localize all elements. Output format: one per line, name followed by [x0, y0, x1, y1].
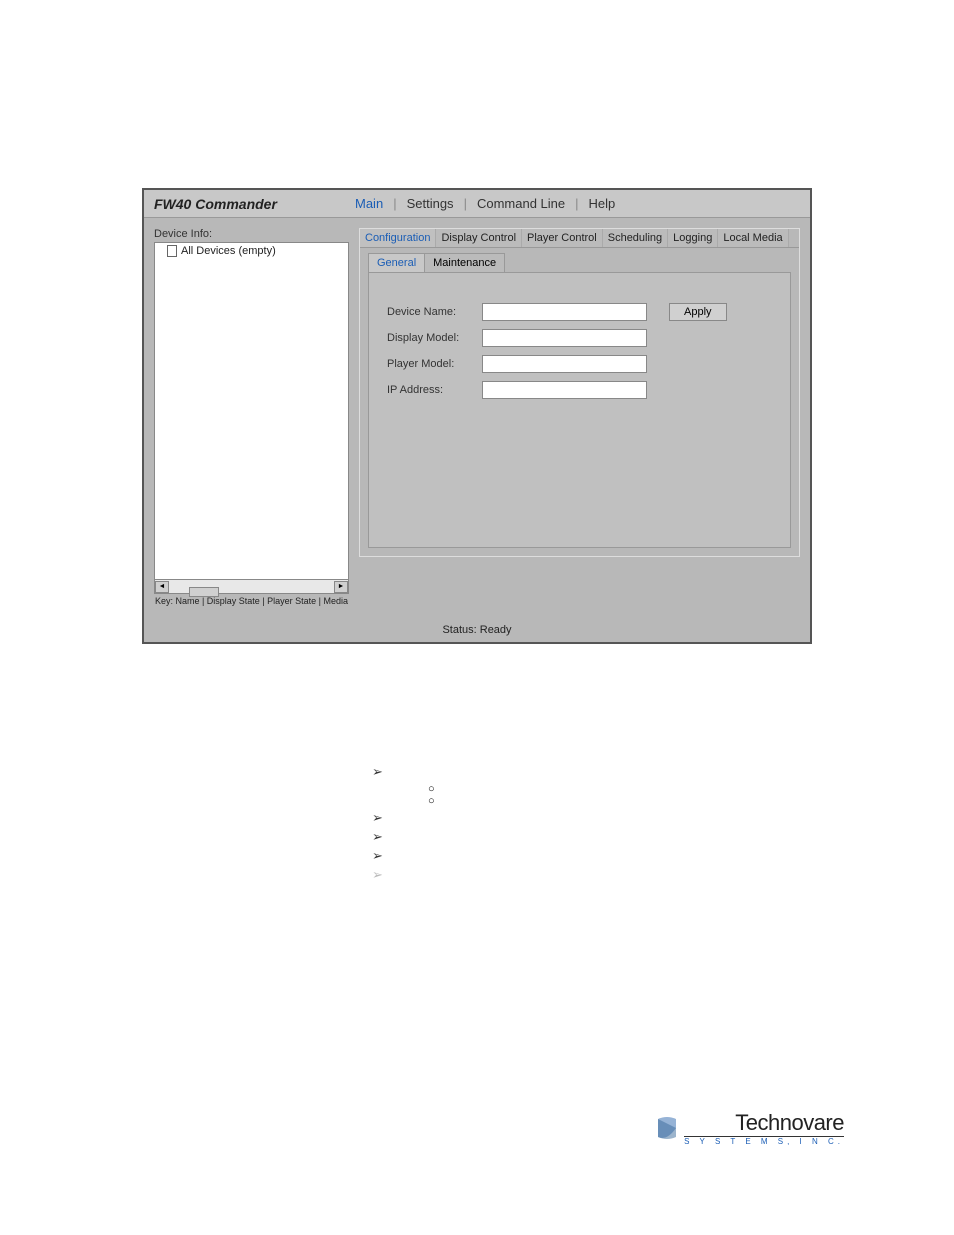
bullet-item: ➢ — [372, 848, 954, 864]
menu-main[interactable]: Main — [349, 194, 389, 213]
input-device-name[interactable] — [482, 303, 647, 321]
menu-separator: | — [460, 194, 471, 213]
arrow-icon: ➢ — [372, 764, 383, 780]
circle-bullet: ○ — [428, 783, 954, 795]
row-device-name: Device Name: Apply — [387, 303, 772, 321]
menu-command-line[interactable]: Command Line — [471, 194, 571, 213]
tab-logging[interactable]: Logging — [668, 229, 718, 247]
tab-configuration[interactable]: Configuration — [360, 229, 436, 247]
menu-separator: | — [571, 194, 582, 213]
logo-text: Technovare S Y S T E M S, I N C. — [684, 1110, 844, 1146]
file-icon — [167, 245, 177, 257]
logo-sub: S Y S T E M S, I N C. — [684, 1136, 844, 1146]
menu-bar: Main | Settings | Command Line | Help — [349, 194, 621, 213]
tab-container: Configuration Display Control Player Con… — [359, 228, 800, 557]
arrow-icon: ➢ — [372, 867, 383, 883]
label-player-model: Player Model: — [387, 358, 472, 370]
device-info-label: Device Info: — [154, 228, 349, 240]
logo-icon — [654, 1115, 680, 1141]
left-panel: Device Info: All Devices (empty) ◄ ► Key… — [154, 228, 349, 606]
tab-player-control[interactable]: Player Control — [522, 229, 603, 247]
input-ip-address[interactable] — [482, 381, 647, 399]
row-player-model: Player Model: — [387, 355, 772, 373]
right-panel: Configuration Display Control Player Con… — [359, 228, 800, 606]
scroll-left-button[interactable]: ◄ — [155, 581, 169, 593]
scroll-right-button[interactable]: ► — [334, 581, 348, 593]
menu-help[interactable]: Help — [583, 194, 622, 213]
row-display-model: Display Model: — [387, 329, 772, 347]
main-body: Device Info: All Devices (empty) ◄ ► Key… — [144, 218, 810, 616]
apply-button[interactable]: Apply — [669, 303, 727, 321]
bullet-item: ➢ — [372, 810, 954, 826]
tab-scheduling[interactable]: Scheduling — [603, 229, 668, 247]
bullet-item: ➢ — [372, 764, 954, 780]
title-bar: FW40 Commander Main | Settings | Command… — [144, 190, 810, 218]
menu-settings[interactable]: Settings — [401, 194, 460, 213]
label-device-name: Device Name: — [387, 306, 472, 318]
tree-key-legend: Key: Name | Display State | Player State… — [154, 596, 349, 606]
app-title: FW40 Commander — [154, 196, 349, 212]
horizontal-scrollbar[interactable]: ◄ ► — [154, 580, 349, 594]
arrow-icon: ➢ — [372, 848, 383, 864]
menu-separator: | — [389, 194, 400, 213]
arrow-icon: ➢ — [372, 829, 383, 845]
form-panel: Device Name: Apply Display Model: Player… — [368, 272, 791, 548]
label-ip-address: IP Address: — [387, 384, 472, 396]
subtab-general[interactable]: General — [368, 253, 425, 272]
circle-bullet: ○ — [428, 795, 954, 807]
sub-tabs: General Maintenance — [368, 253, 799, 272]
tree-root-item[interactable]: All Devices (empty) — [157, 245, 346, 257]
status-bar: Status: Ready — [144, 616, 810, 642]
footer-logo: Technovare S Y S T E M S, I N C. — [654, 1110, 844, 1146]
tab-local-media[interactable]: Local Media — [718, 229, 788, 247]
logo-main: Technovare — [735, 1110, 844, 1135]
app-window: FW40 Commander Main | Settings | Command… — [142, 188, 812, 644]
subtab-maintenance[interactable]: Maintenance — [424, 253, 505, 272]
bullet-item: ➢ — [372, 829, 954, 845]
input-display-model[interactable] — [482, 329, 647, 347]
device-tree[interactable]: All Devices (empty) — [154, 242, 349, 580]
arrow-icon: ➢ — [372, 810, 383, 826]
row-ip-address: IP Address: — [387, 381, 772, 399]
main-tabs: Configuration Display Control Player Con… — [360, 229, 799, 248]
bullet-item: ➢ — [372, 867, 954, 883]
scroll-thumb[interactable] — [189, 587, 219, 597]
tab-display-control[interactable]: Display Control — [436, 229, 522, 247]
bullet-list: ➢ ○ ○ ➢ ➢ ➢ ➢ — [372, 764, 954, 883]
label-display-model: Display Model: — [387, 332, 472, 344]
tree-root-label: All Devices (empty) — [181, 245, 276, 257]
input-player-model[interactable] — [482, 355, 647, 373]
